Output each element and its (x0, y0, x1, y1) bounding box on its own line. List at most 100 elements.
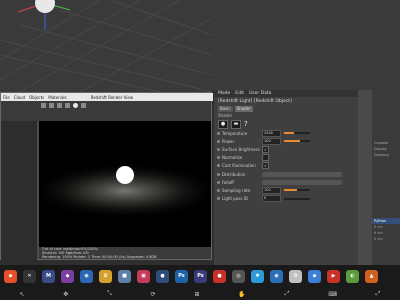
prop-row: Surface Brightness ✓ (214, 145, 358, 153)
tab-basic[interactable]: Basic (218, 105, 233, 112)
prop-dot-icon (217, 164, 220, 168)
prop-label: Temperature (222, 130, 248, 136)
light-sphere[interactable] (35, 0, 55, 13)
prop-dropdown[interactable] (262, 171, 342, 177)
render-canvas[interactable] (39, 121, 211, 247)
settings-icon[interactable] (81, 103, 86, 108)
prop-label: Normalize (222, 155, 243, 161)
app-icon-4[interactable]: ◆ (61, 269, 74, 283)
app-icon-3[interactable]: M (42, 269, 55, 283)
pause-button-icon[interactable] (57, 103, 62, 108)
render-status-area: Out of core used/max:0%/100% Shdr/Lib: 0… (39, 247, 211, 259)
prop-row: Falloff (214, 178, 358, 186)
prop-dot-icon (217, 172, 220, 176)
prop-dot-icon (217, 131, 220, 135)
app-icon-17[interactable]: ◆ (308, 269, 321, 283)
render-toolbar-icons (1, 101, 211, 108)
prop-slider[interactable] (284, 132, 310, 135)
render-menu-file[interactable]: File (3, 95, 10, 100)
menu-mode[interactable]: Mode (218, 91, 230, 96)
render-menu-cloud[interactable]: Cloud (14, 95, 25, 100)
app-icon-13[interactable]: ◎ (232, 269, 245, 283)
prop-checkbox[interactable]: ✓ (262, 162, 269, 170)
app-icon-5[interactable]: ◉ (80, 269, 93, 283)
app-icon-7[interactable]: ■ (118, 269, 131, 283)
light-type-icon[interactable]: ● (218, 119, 228, 129)
app-icon-10[interactable]: Ps (175, 269, 188, 283)
app-icon-14[interactable]: ✱ (251, 269, 264, 283)
taskbar-apps: ◆ ✕ M ◆ ◉ ✿ ■ ▣ ● Ps Ps ● ◎ ✱ ◉ ✿ ◆ ▶ ◐ … (0, 265, 400, 287)
app-icon-20[interactable]: ▲ (365, 269, 378, 283)
move-icon[interactable]: ✥ (63, 291, 68, 298)
prop-value-field[interactable]: 2500 (262, 129, 281, 137)
app-icon-8[interactable]: ▣ (137, 269, 150, 283)
prop-row: Temperature 2500 (214, 129, 358, 137)
prop-slider[interactable] (284, 189, 310, 192)
grid-icon[interactable]: ⊞ (194, 291, 199, 298)
prop-dot-icon (217, 180, 220, 184)
prop-value-field[interactable]: 0 (262, 195, 281, 203)
prop-checkbox[interactable]: ✓ (262, 145, 269, 153)
app-icon-9[interactable]: ● (156, 269, 169, 283)
prop-slider[interactable] (284, 197, 310, 200)
prop-dot-icon (217, 188, 220, 192)
prop-dot-icon (217, 197, 220, 201)
status-line-3: Rendering: 100% Mutate: 1 Time: 00:00:00… (42, 255, 157, 259)
prop-value-field[interactable]: 100 (262, 186, 281, 194)
prop-dropdown[interactable] (262, 179, 342, 185)
prop-dot-icon (217, 156, 220, 160)
prop-slider-fill (284, 140, 300, 143)
prop-slider-fill (284, 132, 295, 135)
app-icon-18[interactable]: ▶ (327, 269, 340, 283)
coord-field-3[interactable]: 0 cm (372, 236, 400, 242)
app-icon-16[interactable]: ✿ (289, 269, 302, 283)
pointer-icon[interactable]: ↖ (19, 291, 24, 298)
render-button-icon[interactable] (41, 103, 46, 108)
render-left-panel (1, 121, 37, 261)
scale-icon[interactable]: ⤡ (107, 290, 112, 298)
render-menubar: File Cloud Objects Materials Redshift Re… (1, 93, 213, 101)
prop-row: Light pass ID 0 (214, 195, 358, 203)
help-icon[interactable]: ? (244, 120, 248, 128)
taskbar: ◆ ✕ M ◆ ◉ ✿ ■ ▣ ● Ps Ps ● ◎ ✱ ◉ ✿ ◆ ▶ ◐ … (0, 265, 400, 300)
taskbar-tools: ↖ ✥ ⤡ ⟳ ⊞ ✋ ⤢ ⌨ ⤢ (0, 289, 400, 299)
attr-tabs: Basic Shader (214, 105, 358, 112)
prop-label: Surface Brightness (222, 146, 260, 152)
keyboard-icon[interactable]: ⌨ (328, 291, 337, 298)
preview-icon[interactable]: ▬ (231, 119, 241, 129)
prop-row: Sampling rate 100 (214, 186, 358, 194)
prop-row: Cast Illumination ✓ (214, 162, 358, 170)
light-icon[interactable] (73, 103, 78, 108)
render-menu-objects[interactable]: Objects (29, 95, 44, 100)
app-icon-12[interactable]: ● (213, 269, 226, 283)
prop-row: Distribution (214, 170, 358, 178)
expand-icon[interactable]: ⤢ (376, 290, 381, 298)
app-icon-11[interactable]: Ps (194, 269, 207, 283)
prop-label: Falloff (222, 179, 234, 185)
rotate-icon[interactable]: ⟳ (151, 291, 156, 298)
menu-edit[interactable]: Edit (235, 91, 244, 96)
prop-checkbox[interactable] (262, 154, 269, 162)
viewport-3d[interactable] (0, 0, 212, 92)
render-menu-materials[interactable]: Materials (48, 95, 66, 100)
stop-button-icon[interactable] (49, 103, 54, 108)
prop-value-field[interactable]: 100 (262, 137, 281, 145)
menu-user-data[interactable]: User Data (249, 91, 271, 96)
app-icon-19[interactable]: ◐ (346, 269, 359, 283)
props-list: Temperature 2500 Power 100 Surface Brightnes… (214, 129, 358, 203)
prop-row: Power 100 (214, 137, 358, 145)
tab-shader[interactable]: Shader (234, 105, 253, 112)
zoom-icon[interactable]: ⤢ (285, 290, 290, 298)
attr-side-tabs[interactable] (358, 90, 372, 265)
app-icon-1[interactable]: ◆ (4, 269, 17, 283)
prop-label: Distribution (222, 171, 246, 177)
pan-icon[interactable]: ✋ (238, 291, 245, 298)
snapshot-icon[interactable] (65, 103, 70, 108)
prop-slider[interactable] (284, 140, 310, 143)
app-icon-15[interactable]: ◉ (270, 269, 283, 283)
app-icon-6[interactable]: ✿ (99, 269, 112, 283)
attribute-manager: Mode Edit User Data [Redshift Light] [Re… (214, 90, 358, 265)
prop-label: Light pass ID (222, 196, 248, 202)
prop-row: Normalize (214, 154, 358, 162)
app-icon-2[interactable]: ✕ (23, 269, 36, 283)
